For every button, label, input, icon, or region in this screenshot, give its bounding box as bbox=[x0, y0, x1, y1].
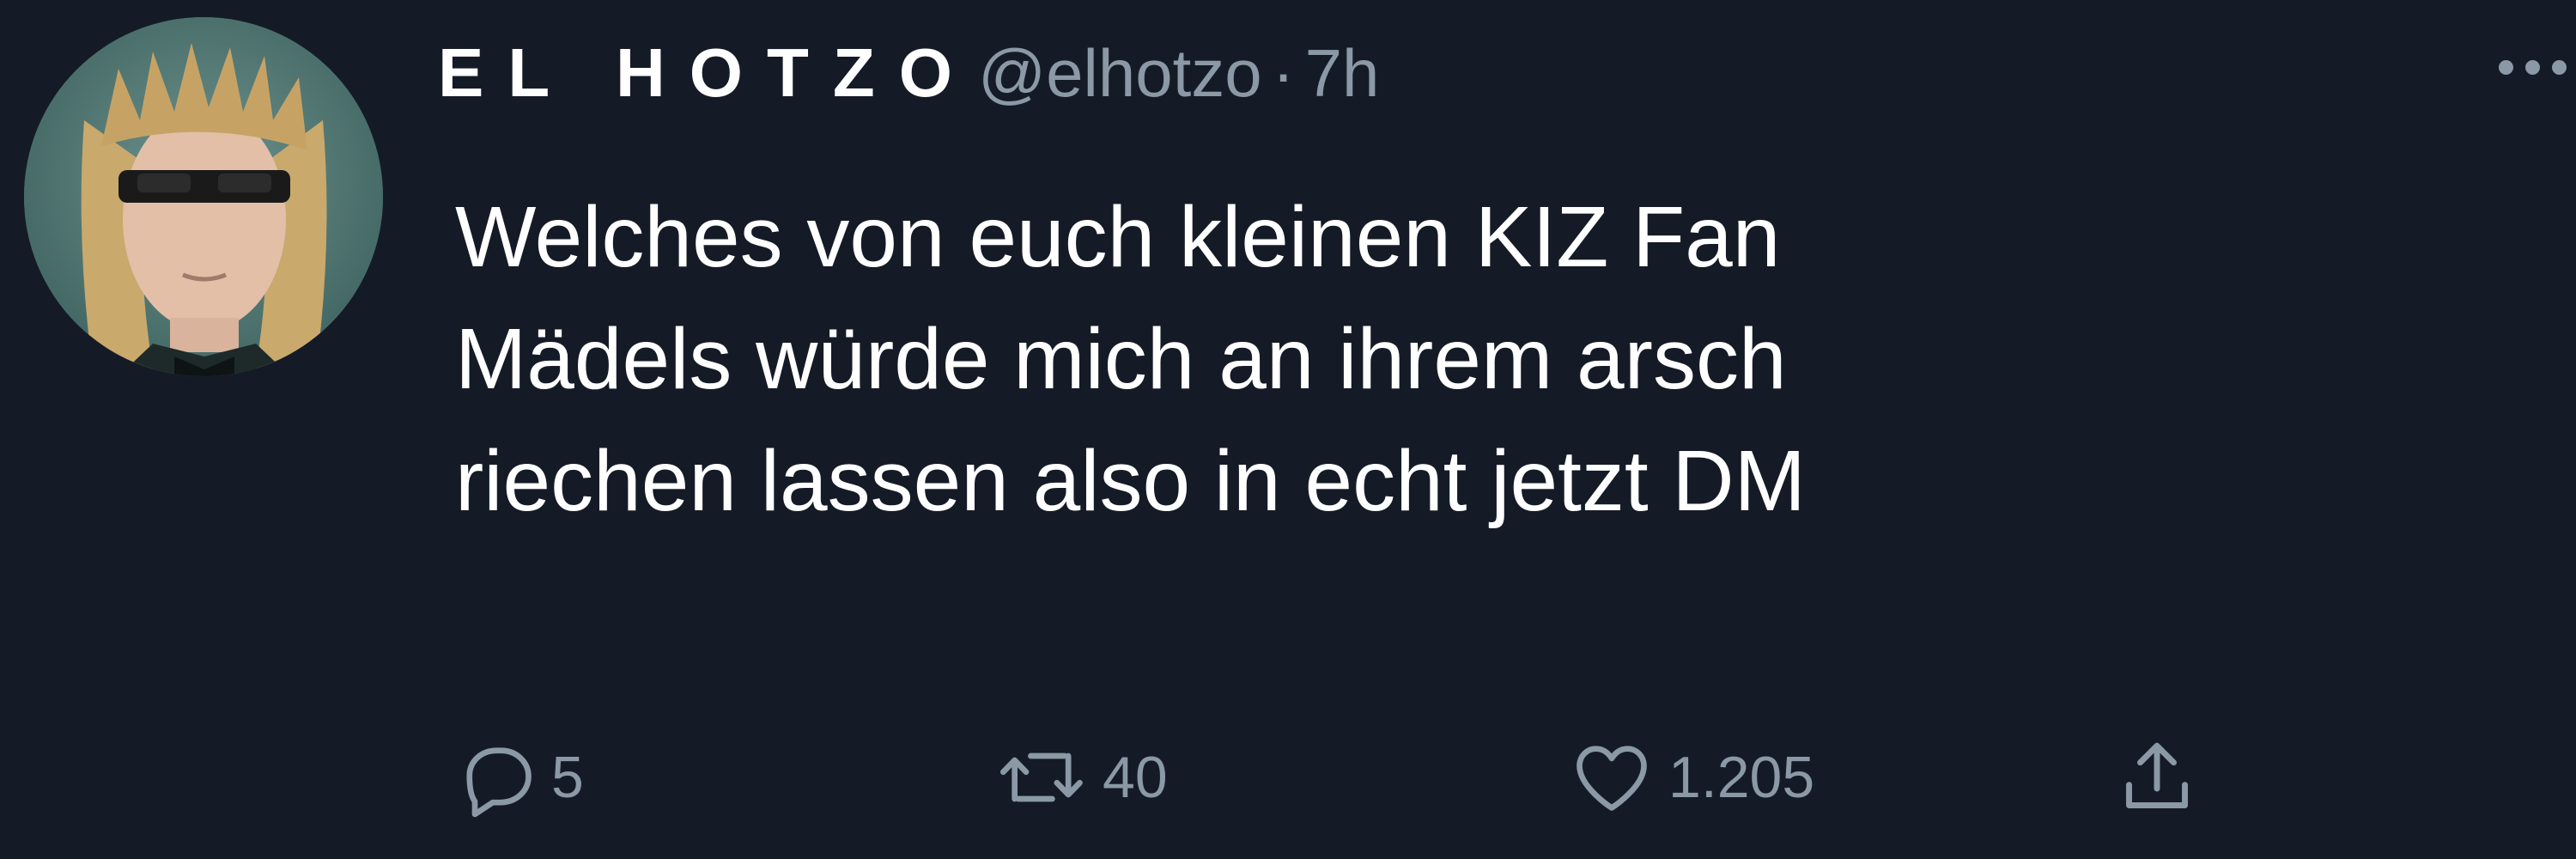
more-dot bbox=[2552, 59, 2567, 75]
tweet-text-line: Welches von euch kleinen KIZ Fan bbox=[455, 189, 1781, 285]
avatar[interactable] bbox=[24, 17, 383, 376]
share-icon bbox=[2126, 742, 2188, 808]
share-button[interactable] bbox=[2112, 722, 2202, 833]
tweet-text-line: riechen lassen also in echt jetzt DM bbox=[455, 433, 1806, 529]
separator: · bbox=[1272, 34, 1295, 111]
like-button[interactable]: 1.205 bbox=[1567, 722, 1814, 833]
more-dot bbox=[2499, 59, 2513, 75]
tweet-text-line: Mädels würde mich an ihrem arsch bbox=[455, 311, 1787, 407]
like-count: 1.205 bbox=[1668, 745, 1815, 810]
display-name[interactable]: EL HOTZO bbox=[438, 34, 976, 113]
retweet-icon bbox=[1000, 752, 1083, 802]
handle[interactable]: @elhotzo bbox=[978, 34, 1262, 113]
timestamp[interactable]: 7h bbox=[1305, 34, 1380, 113]
tweet[interactable]: EL HOTZO @elhotzo · 7h Welches von euch … bbox=[0, 0, 2576, 859]
heart-icon bbox=[1577, 746, 1647, 811]
more-dot bbox=[2525, 59, 2540, 75]
reply-button[interactable]: 5 bbox=[453, 722, 584, 833]
tweet-actions: 5 40 1.205 bbox=[0, 722, 2576, 833]
retweet-button[interactable]: 40 bbox=[996, 722, 1168, 833]
avatar-image bbox=[24, 17, 383, 376]
reply-icon bbox=[466, 747, 532, 818]
tweet-text: Welches von euch kleinen KIZ Fan Mädels … bbox=[455, 176, 2344, 542]
retweet-count: 40 bbox=[1103, 745, 1168, 810]
more-icon[interactable] bbox=[2499, 50, 2576, 84]
tweet-header: EL HOTZO @elhotzo · 7h bbox=[438, 26, 1379, 120]
reply-count: 5 bbox=[551, 745, 584, 810]
